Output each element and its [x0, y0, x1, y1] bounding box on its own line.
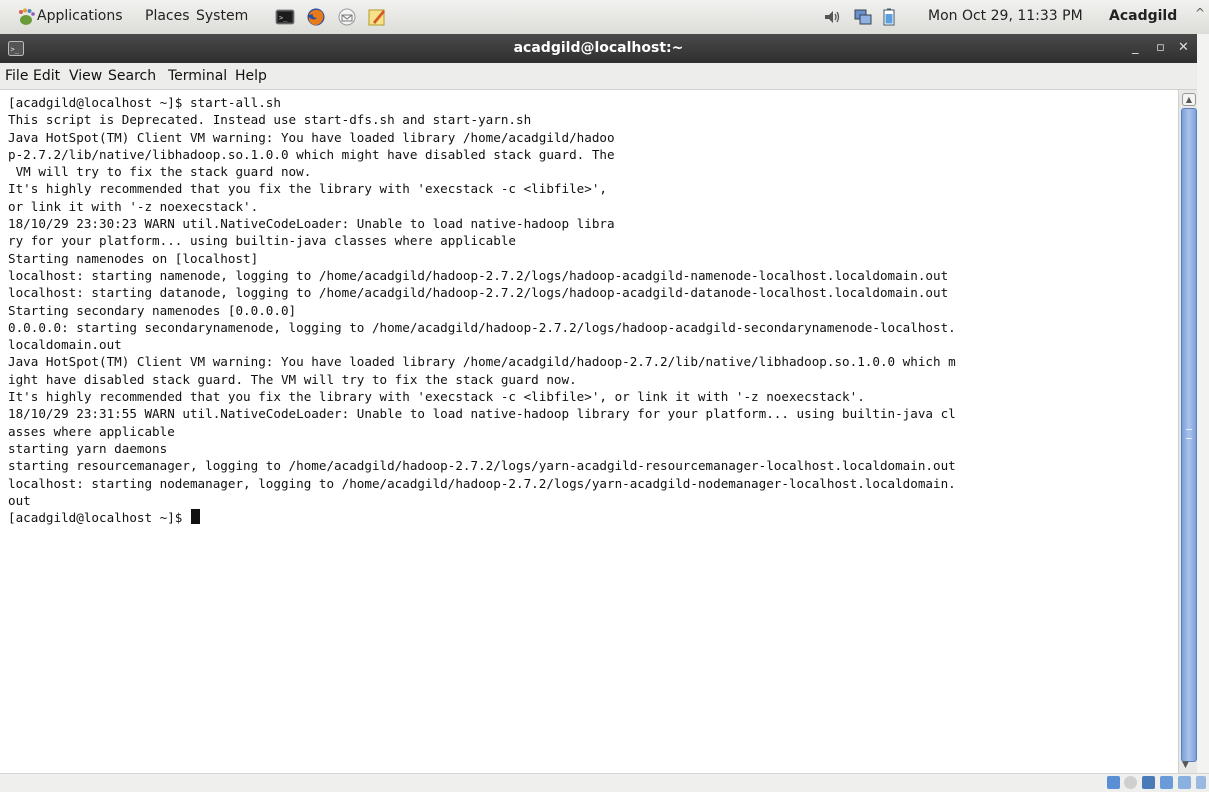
places-menu[interactable]: Places: [145, 8, 190, 24]
system-menu[interactable]: System: [196, 8, 248, 24]
clock[interactable]: Mon Oct 29, 11:33 PM: [928, 8, 1083, 24]
terminal-line: Starting secondary namenodes [0.0.0.0]: [8, 302, 297, 318]
scroll-down-icon[interactable]: ▼: [1182, 760, 1189, 770]
terminal-line: starting resourcemanager, logging to /ho…: [8, 458, 956, 474]
applications-menu[interactable]: Applications: [37, 8, 123, 24]
terminal-output: [acadgild@localhost ~]$ start-all.sh Thi…: [8, 94, 956, 526]
maximize-button[interactable]: ▫: [1156, 40, 1165, 55]
terminal-line: or link it with '-z noexecstack'.: [8, 198, 259, 214]
terminal-line: [acadgild@localhost ~]$ start-all.sh: [8, 95, 281, 110]
tray-usb-icon[interactable]: [1178, 776, 1191, 789]
tray-display-icon[interactable]: [1107, 776, 1120, 789]
firefox-icon[interactable]: [306, 7, 326, 27]
panel-chevron-up-icon: ^: [1195, 6, 1206, 20]
svg-text:>_: >_: [279, 14, 288, 22]
mail-icon[interactable]: [337, 7, 357, 27]
terminal-line: localdomain.out: [8, 337, 122, 353]
window-title: acadgild@localhost:~: [513, 40, 684, 56]
terminal-line: Java HotSpot(TM) Client VM warning: You …: [8, 129, 615, 145]
desktop-edge: [1197, 34, 1209, 773]
tray-share-icon[interactable]: [1160, 776, 1173, 789]
volume-icon[interactable]: [822, 7, 842, 27]
menu-help[interactable]: Help: [235, 68, 267, 84]
terminal-line: localhost: starting datanode, logging to…: [8, 285, 949, 301]
terminal-line: 18/10/29 23:30:23 WARN util.NativeCodeLo…: [8, 216, 615, 232]
terminal-line: Java HotSpot(TM) Client VM warning: You …: [8, 354, 956, 370]
terminal-menubar: File Edit View Search Terminal Help: [0, 63, 1197, 90]
terminal-line: Starting namenodes on [localhost]: [8, 250, 259, 266]
terminal-line: This script is Deprecated. Instead use s…: [8, 112, 532, 128]
close-button[interactable]: ✕: [1178, 40, 1189, 55]
text-cursor: [190, 509, 200, 525]
terminal-line: ight have disabled stack guard. The VM w…: [8, 371, 577, 387]
grip-icon: [1186, 429, 1192, 439]
menu-file[interactable]: File: [5, 68, 28, 84]
terminal-line: localhost: starting namenode, logging to…: [8, 267, 949, 283]
terminal-area[interactable]: [acadgild@localhost ~]$ start-all.sh Thi…: [0, 90, 1178, 773]
terminal-line: out: [8, 492, 31, 508]
terminal-icon[interactable]: >_: [275, 7, 295, 27]
terminal-line: ry for your platform... using builtin-ja…: [8, 233, 516, 249]
top-panel: Applications Places System >_ Mon Oct 29…: [0, 0, 1209, 35]
terminal-line: localhost: starting nodemanager, logging…: [8, 475, 956, 491]
tray-cd-icon[interactable]: [1124, 776, 1137, 789]
menu-terminal[interactable]: Terminal: [168, 68, 227, 84]
terminal-line: It's highly recommended that you fix the…: [8, 181, 607, 197]
tray-mouse-icon[interactable]: [1196, 776, 1206, 789]
menu-edit[interactable]: Edit: [33, 68, 60, 84]
menu-search[interactable]: Search: [108, 68, 156, 84]
terminal-line: It's highly recommended that you fix the…: [8, 389, 865, 405]
user-menu[interactable]: Acadgild: [1109, 8, 1177, 24]
terminal-line: p-2.7.2/lib/native/libhadoop.so.1.0.0 wh…: [8, 146, 615, 162]
text-editor-icon[interactable]: [367, 7, 387, 27]
gnome-foot-icon[interactable]: [16, 7, 36, 27]
scroll-up-button[interactable]: ▲: [1182, 93, 1196, 106]
terminal-line: VM will try to fix the stack guard now.: [8, 164, 312, 180]
terminal-line: starting yarn daemons: [8, 440, 168, 456]
scrollbar-thumb[interactable]: [1181, 108, 1197, 762]
terminal-line: asses where applicable: [8, 423, 175, 439]
minimize-button[interactable]: _: [1132, 40, 1139, 55]
status-strip: [0, 773, 1209, 792]
battery-icon[interactable]: [879, 7, 899, 27]
terminal-prompt: [acadgild@localhost ~]$: [8, 510, 190, 526]
menu-view[interactable]: View: [69, 68, 102, 84]
terminal-line: 18/10/29 23:31:55 WARN util.NativeCodeLo…: [8, 406, 956, 422]
window-titlebar[interactable]: >_ acadgild@localhost:~ _ ▫ ✕: [0, 34, 1197, 63]
network-icon[interactable]: [853, 7, 873, 27]
tray-network-icon[interactable]: [1142, 776, 1155, 789]
vertical-scrollbar[interactable]: ▲ ▼: [1178, 90, 1198, 773]
terminal-line: 0.0.0.0: starting secondarynamenode, log…: [8, 319, 956, 335]
